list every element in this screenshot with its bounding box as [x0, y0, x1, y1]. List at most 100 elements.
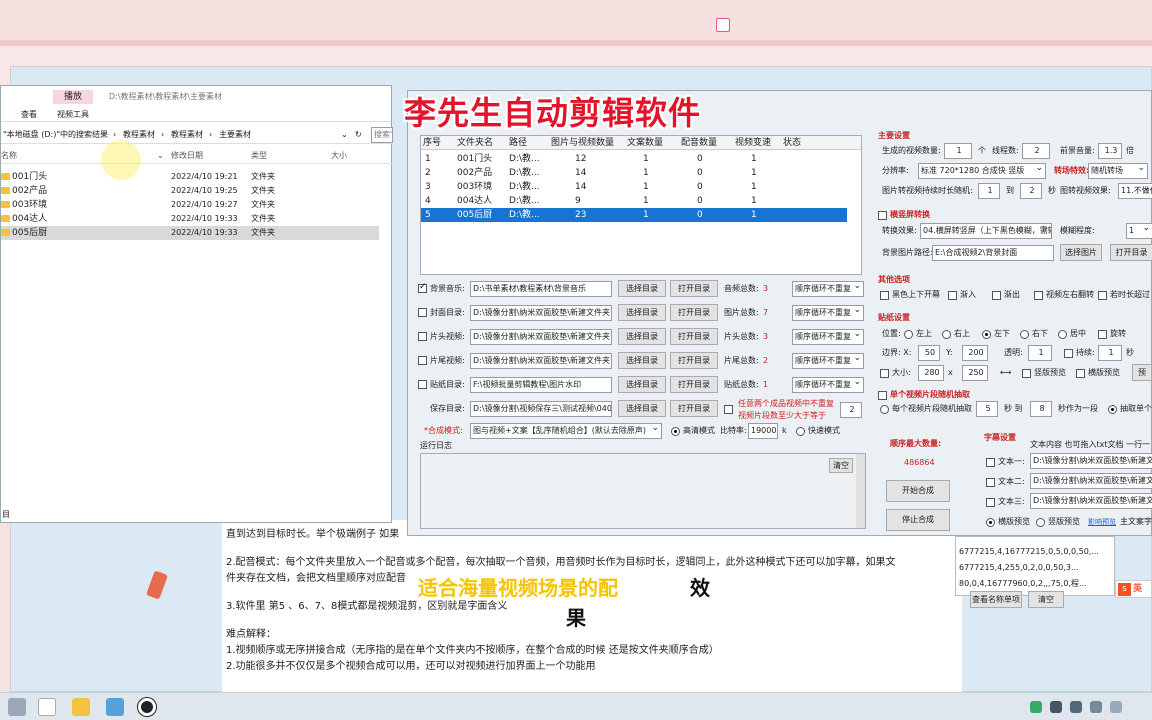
margin-x-input[interactable]: 50	[918, 345, 940, 361]
outro-mode-select[interactable]: 顺序循环不重复	[792, 353, 864, 369]
preview-button[interactable]: 预	[1132, 364, 1152, 381]
v-preview-checkbox[interactable]	[1022, 369, 1031, 378]
breadcrumb-search[interactable]: "本地磁盘 (D:)"中的搜索结果	[3, 128, 108, 142]
pos-bottom-left-radio[interactable]	[982, 330, 991, 339]
chevron-down-icon[interactable]: ⌄	[157, 149, 164, 163]
app-icon[interactable]	[106, 698, 124, 716]
file-explorer-icon[interactable]	[72, 698, 90, 716]
tray-icon[interactable]	[1050, 701, 1062, 713]
blur-select[interactable]: 1	[1126, 223, 1152, 239]
address-bar[interactable]: "本地磁盘 (D:)"中的搜索结果 › 教程素材 › 教程素材 › 主要素材 ⌄…	[1, 126, 393, 144]
each-extract-radio[interactable]	[880, 405, 889, 414]
threads-input[interactable]: 2	[1022, 143, 1050, 159]
lock-ratio-icon[interactable]: ⟷	[1000, 366, 1011, 380]
stop-compose-button[interactable]: 停止合成	[886, 509, 950, 531]
duration-checkbox[interactable]	[1064, 349, 1073, 358]
refresh-icon[interactable]: ↻	[355, 128, 362, 142]
tab-video-tools[interactable]: 视频工具	[57, 108, 89, 122]
no-repeat-checkbox[interactable]	[724, 405, 733, 414]
outro-checkbox[interactable]	[418, 356, 427, 365]
breadcrumb-item-2[interactable]: 教程素材	[171, 128, 203, 142]
h-preview-checkbox[interactable]	[1076, 369, 1085, 378]
rename-list-button[interactable]: 查看名称单项	[970, 591, 1022, 608]
dropdown-icon[interactable]: ⌄	[341, 128, 348, 142]
col-size[interactable]: 大小	[331, 149, 347, 163]
log-output[interactable]: 清空	[420, 453, 866, 529]
bitrate-input[interactable]: 19000	[748, 423, 778, 439]
file-row[interactable]: 005后厨 2022/4/10 19:33 文件夹	[1, 226, 379, 240]
tray-icon[interactable]	[1030, 701, 1042, 713]
bgm-select-dir-button[interactable]: 选择目录	[618, 280, 666, 297]
log-clear-button[interactable]: 清空	[829, 458, 853, 473]
sticker-open-dir-button[interactable]: 打开目录	[670, 376, 718, 393]
text3-input[interactable]: D:\镜像分割\纳米双面胶垫\新建文	[1030, 493, 1152, 509]
img-duration-to[interactable]: 2	[1020, 183, 1042, 199]
sub-h-preview-radio[interactable]	[986, 518, 995, 527]
table-row[interactable]: 1 001门头 D:\教... 12 1 0 1	[421, 152, 847, 166]
intro-mode-select[interactable]: 顺序循环不重复	[792, 329, 864, 345]
fg-volume-input[interactable]: 1.3	[1098, 143, 1122, 159]
intro-checkbox[interactable]	[418, 332, 427, 341]
breadcrumb-item-1[interactable]: 教程素材	[123, 128, 155, 142]
intro-path-input[interactable]: D:\镜像分割\纳米双面胶垫\新建文件夹	[470, 329, 612, 345]
text1-input[interactable]: D:\镜像分割\纳米双面胶垫\新建文	[1030, 453, 1152, 469]
table-row[interactable]: 2 002产品 D:\教... 14 1 0 1	[421, 166, 847, 180]
sticker-select-dir-button[interactable]: 选择目录	[618, 376, 666, 393]
save-open-dir-button[interactable]: 打开目录	[670, 400, 718, 417]
outro-path-input[interactable]: D:\镜像分割\纳米双面胶垫\新建文件夹	[470, 353, 612, 369]
img-duration-from[interactable]: 1	[978, 183, 1000, 199]
table-row-selected[interactable]: 5 005后厨 D:\教... 23 1 0 1	[421, 208, 847, 222]
pos-top-right-radio[interactable]	[942, 330, 951, 339]
tray-icon[interactable]	[1090, 701, 1102, 713]
file-row[interactable]: 004达人 2022/4/10 19:33 文件夹	[1, 212, 379, 226]
pos-center-radio[interactable]	[1058, 330, 1067, 339]
bg-open-dir-button[interactable]: 打开目录	[1110, 244, 1152, 261]
intro-open-dir-button[interactable]: 打开目录	[670, 328, 718, 345]
save-path-input[interactable]: D:\镜像分割\视频保存三\测试视频\040	[470, 401, 612, 417]
hv-convert-checkbox[interactable]	[878, 211, 887, 220]
outro-open-dir-button[interactable]: 打开目录	[670, 352, 718, 369]
save-select-dir-button[interactable]: 选择目录	[618, 400, 666, 417]
duration-input[interactable]: 1	[1098, 345, 1122, 361]
table-row[interactable]: 4 004达人 D:\教... 9 1 0 1	[421, 194, 847, 208]
select-image-button[interactable]: 选择图片	[1060, 244, 1102, 261]
bgm-open-dir-button[interactable]: 打开目录	[670, 280, 718, 297]
fast-mode-radio[interactable]	[796, 427, 805, 436]
text2-checkbox[interactable]	[986, 478, 995, 487]
alpha-input[interactable]: 1	[1028, 345, 1052, 361]
outro-select-dir-button[interactable]: 选择目录	[618, 352, 666, 369]
text1-checkbox[interactable]	[986, 458, 995, 467]
margin-y-input[interactable]: 200	[962, 345, 988, 361]
each-from-input[interactable]: 5	[976, 401, 998, 417]
table-row[interactable]: 3 003环境 D:\教... 14 1 0 1	[421, 180, 847, 194]
blank-window-icon[interactable]	[38, 698, 56, 716]
cover-select-dir-button[interactable]: 选择目录	[618, 304, 666, 321]
cover-mode-select[interactable]: 顺序循环不重复	[792, 305, 864, 321]
file-row[interactable]: 001门头 2022/4/10 19:21 文件夹	[1, 170, 379, 184]
tab-view[interactable]: 查看	[21, 108, 37, 122]
fade-in-checkbox[interactable]	[948, 291, 957, 300]
sub-preview-link[interactable]: 影响预览	[1088, 515, 1116, 529]
pos-bottom-right-radio[interactable]	[1020, 330, 1029, 339]
scrollbar[interactable]	[856, 454, 865, 528]
bgm-mode-select[interactable]: 顺序循环不重复	[792, 281, 864, 297]
sticker-checkbox[interactable]	[418, 380, 427, 389]
file-row[interactable]: 003环境 2022/4/10 19:27 文件夹	[1, 198, 379, 212]
img-effect-select[interactable]: 11.不做任	[1118, 183, 1152, 199]
convert-effect-select[interactable]: 04.横屏转竖屏（上下黑色模糊，需转两次）	[920, 223, 1052, 239]
no-repeat-value-input[interactable]: 2	[840, 402, 862, 418]
size-width-input[interactable]: 280	[918, 365, 944, 381]
file-row[interactable]: 002产品 2022/4/10 19:25 文件夹	[1, 184, 379, 198]
resolution-select[interactable]: 标准 720*1280 合成快 竖版	[918, 163, 1046, 179]
cover-checkbox[interactable]	[418, 308, 427, 317]
transition-select[interactable]: 随机转场	[1088, 163, 1148, 179]
bgm-path-input[interactable]: D:\书单素材\教程素材\背景音乐	[470, 281, 612, 297]
hq-mode-radio[interactable]	[671, 427, 680, 436]
fade-out-checkbox[interactable]	[992, 291, 1001, 300]
sticker-mode-select[interactable]: 顺序循环不重复	[792, 377, 864, 393]
cover-path-input[interactable]: D:\镜像分割\纳米双面胶垫\新建文件夹	[470, 305, 612, 321]
col-type[interactable]: 类型	[251, 149, 267, 163]
clear-list-button[interactable]: 清空	[1028, 591, 1064, 608]
pos-top-left-radio[interactable]	[904, 330, 913, 339]
flip-checkbox[interactable]	[1034, 291, 1043, 300]
